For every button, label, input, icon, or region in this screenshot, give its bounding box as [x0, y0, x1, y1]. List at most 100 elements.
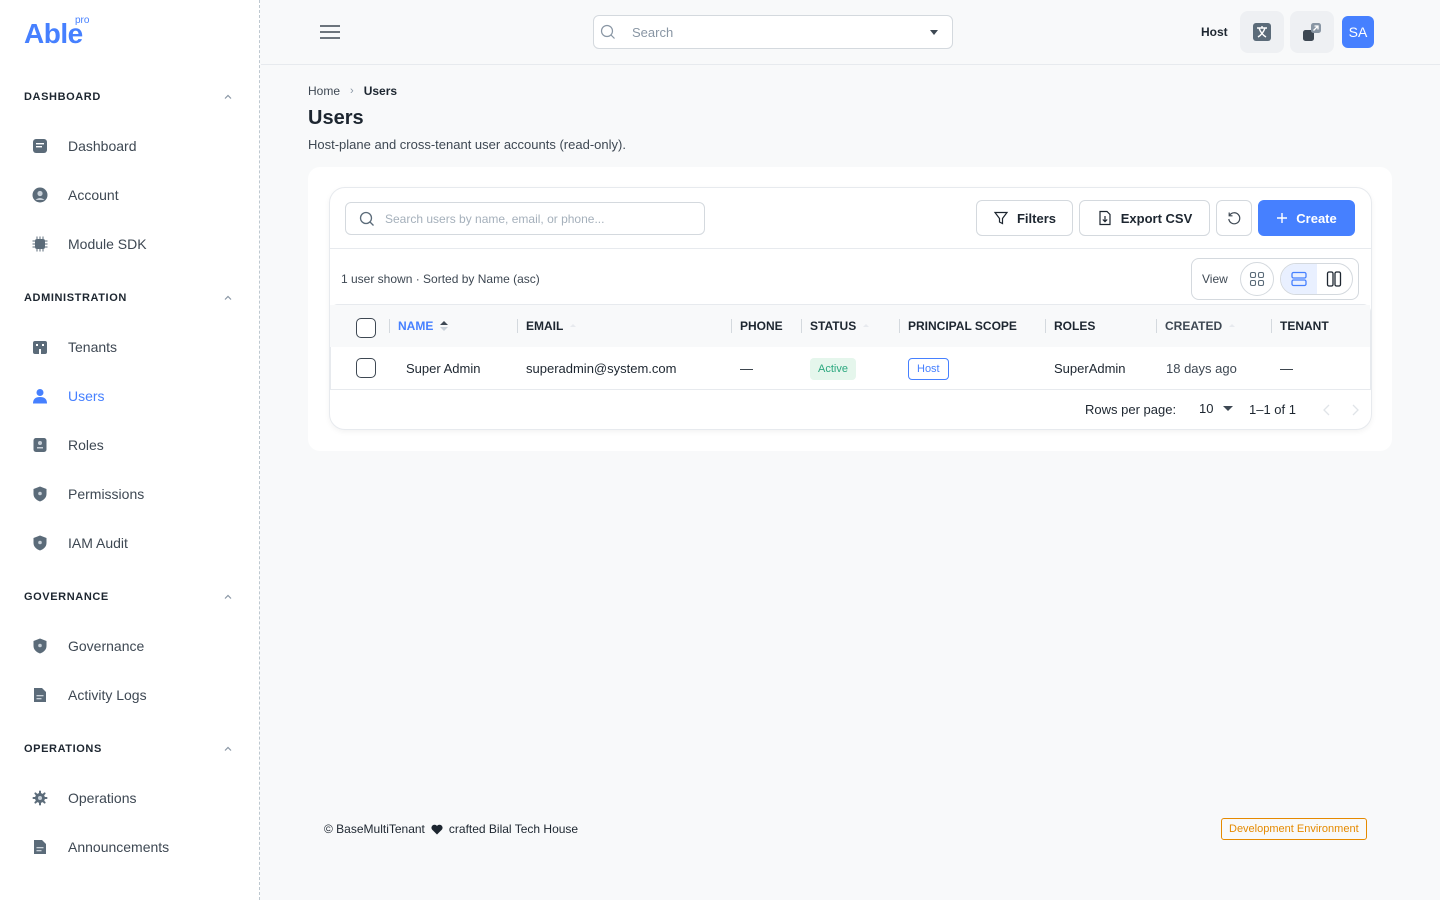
sidebar-item-label: Dashboard — [68, 138, 137, 154]
create-button[interactable]: Create — [1258, 200, 1355, 236]
sidebar-item-governance[interactable]: Governance — [24, 626, 236, 666]
external-link-icon — [1303, 23, 1321, 41]
nav-group-governance[interactable]: GOVERNANCE — [24, 591, 109, 603]
grid-icon — [1249, 271, 1265, 287]
footer-crafted[interactable]: crafted Bilal Tech House — [449, 822, 578, 836]
cell-phone: — — [740, 361, 753, 376]
sidebar-item-dashboard[interactable]: Dashboard — [24, 126, 236, 166]
chip-icon — [24, 234, 56, 254]
chevron-up-icon[interactable] — [222, 743, 234, 755]
sort-icon[interactable] — [1228, 322, 1236, 330]
layout-toggle — [1280, 263, 1353, 295]
column-header-tenant[interactable]: TENANT — [1280, 319, 1329, 333]
refresh-icon — [1228, 212, 1241, 225]
hamburger-menu-icon[interactable] — [319, 22, 341, 42]
gear-icon — [24, 788, 56, 808]
column-header-label: CREATED — [1165, 319, 1223, 333]
sidebar-item-permissions[interactable]: Permissions — [24, 474, 236, 514]
brand-badge: pro — [75, 15, 90, 26]
column-separator — [731, 319, 732, 333]
create-label: Create — [1296, 210, 1337, 226]
column-header-label: TENANT — [1280, 319, 1329, 333]
column-header-label: STATUS — [810, 319, 857, 333]
next-page-icon[interactable] — [1350, 404, 1360, 416]
sort-asc-icon[interactable] — [439, 320, 449, 332]
cell-name[interactable]: Super Admin — [406, 361, 480, 376]
sidebar-item-announcements[interactable]: Announcements — [24, 827, 236, 867]
users-search[interactable] — [345, 202, 705, 235]
column-separator — [1156, 319, 1157, 333]
grid-view-button[interactable] — [1240, 262, 1274, 296]
toolbar-divider — [330, 248, 1371, 249]
user-avatar[interactable]: SA — [1342, 16, 1374, 48]
column-header-phone[interactable]: PHONE — [740, 319, 783, 333]
previous-page-icon[interactable] — [1322, 404, 1332, 416]
nav-group-operations[interactable]: OPERATIONS — [24, 743, 102, 755]
global-search-input[interactable] — [632, 24, 912, 40]
row-checkbox[interactable] — [356, 358, 376, 378]
nav-group-administration[interactable]: ADMINISTRATION — [24, 292, 127, 304]
sidebar-item-users[interactable]: Users — [24, 376, 236, 416]
column-separator — [517, 319, 518, 333]
sort-icon[interactable] — [862, 322, 870, 330]
list-view-button[interactable] — [1281, 264, 1317, 294]
users-search-input[interactable] — [385, 211, 685, 226]
translate-icon — [1253, 23, 1271, 41]
footer-credits: © BaseMultiTenant crafted Bilal Tech Hou… — [324, 822, 578, 836]
shield-icon — [24, 533, 56, 553]
sidebar-item-tenants[interactable]: Tenants — [24, 327, 236, 367]
cell-email: superadmin@system.com — [526, 361, 677, 376]
sidebar-item-roles[interactable]: Roles — [24, 425, 236, 465]
sidebar-item-label: Operations — [68, 790, 137, 806]
environment-badge: Development Environment — [1221, 818, 1367, 840]
column-header-principal-scope[interactable]: PRINCIPAL SCOPE — [908, 319, 1017, 333]
column-header-label: NAME — [398, 319, 434, 333]
open-external-button[interactable] — [1290, 11, 1334, 53]
sidebar-item-label: Activity Logs — [68, 687, 147, 703]
sidebar-item-activity-logs[interactable]: Activity Logs — [24, 675, 236, 715]
sidebar-item-label: Permissions — [68, 486, 145, 502]
export-csv-button[interactable]: Export CSV — [1079, 200, 1210, 236]
document-icon — [24, 837, 56, 857]
chevron-down-icon — [1223, 406, 1234, 411]
column-header-status[interactable]: STATUS — [810, 319, 870, 333]
column-header-created[interactable]: CREATED — [1165, 319, 1236, 333]
chevron-up-icon[interactable] — [222, 591, 234, 603]
sidebar-item-module-sdk[interactable]: Module SDK — [24, 224, 236, 264]
host-label: Host — [1201, 25, 1228, 39]
filters-button[interactable]: Filters — [976, 200, 1073, 236]
brand-logo[interactable]: Able — [24, 18, 83, 50]
breadcrumb-home[interactable]: Home — [308, 84, 340, 98]
column-header-label: EMAIL — [526, 319, 564, 333]
sidebar-item-operations[interactable]: Operations — [24, 778, 236, 818]
global-search[interactable] — [593, 15, 953, 49]
breadcrumb: Home › Users — [308, 84, 397, 98]
sidebar-item-label: Roles — [68, 437, 104, 453]
sidebar-item-label: Tenants — [68, 339, 118, 355]
chevron-up-icon[interactable] — [222, 91, 234, 103]
column-header-label: ROLES — [1054, 319, 1096, 333]
sidebar-item-label: Account — [68, 187, 119, 203]
chevron-down-icon[interactable] — [930, 30, 938, 35]
column-header-email[interactable]: EMAIL — [526, 319, 577, 333]
column-header-roles[interactable]: ROLES — [1054, 319, 1095, 333]
select-all-checkbox[interactable] — [356, 318, 376, 338]
language-button[interactable] — [1240, 11, 1284, 53]
account-icon — [24, 185, 56, 205]
plus-icon — [1277, 213, 1288, 223]
rows-per-page-select[interactable]: 10 — [1199, 401, 1234, 416]
status-badge: Active — [810, 358, 856, 380]
sidebar-item-iam-audit[interactable]: IAM Audit — [24, 523, 236, 563]
column-header-label: PHONE — [740, 319, 783, 333]
columns-view-button[interactable] — [1317, 264, 1353, 294]
refresh-button[interactable] — [1216, 200, 1252, 236]
shield-icon — [24, 636, 56, 656]
nav-group-dashboard[interactable]: DASHBOARD — [24, 91, 101, 103]
sort-icon[interactable] — [569, 322, 577, 330]
cell-created: 18 days ago — [1166, 361, 1237, 376]
chevron-up-icon[interactable] — [222, 292, 234, 304]
heart-icon — [431, 824, 443, 834]
breadcrumb-current: Users — [363, 84, 398, 98]
sidebar-item-account[interactable]: Account — [24, 175, 236, 215]
column-header-name[interactable]: NAME — [398, 319, 449, 333]
